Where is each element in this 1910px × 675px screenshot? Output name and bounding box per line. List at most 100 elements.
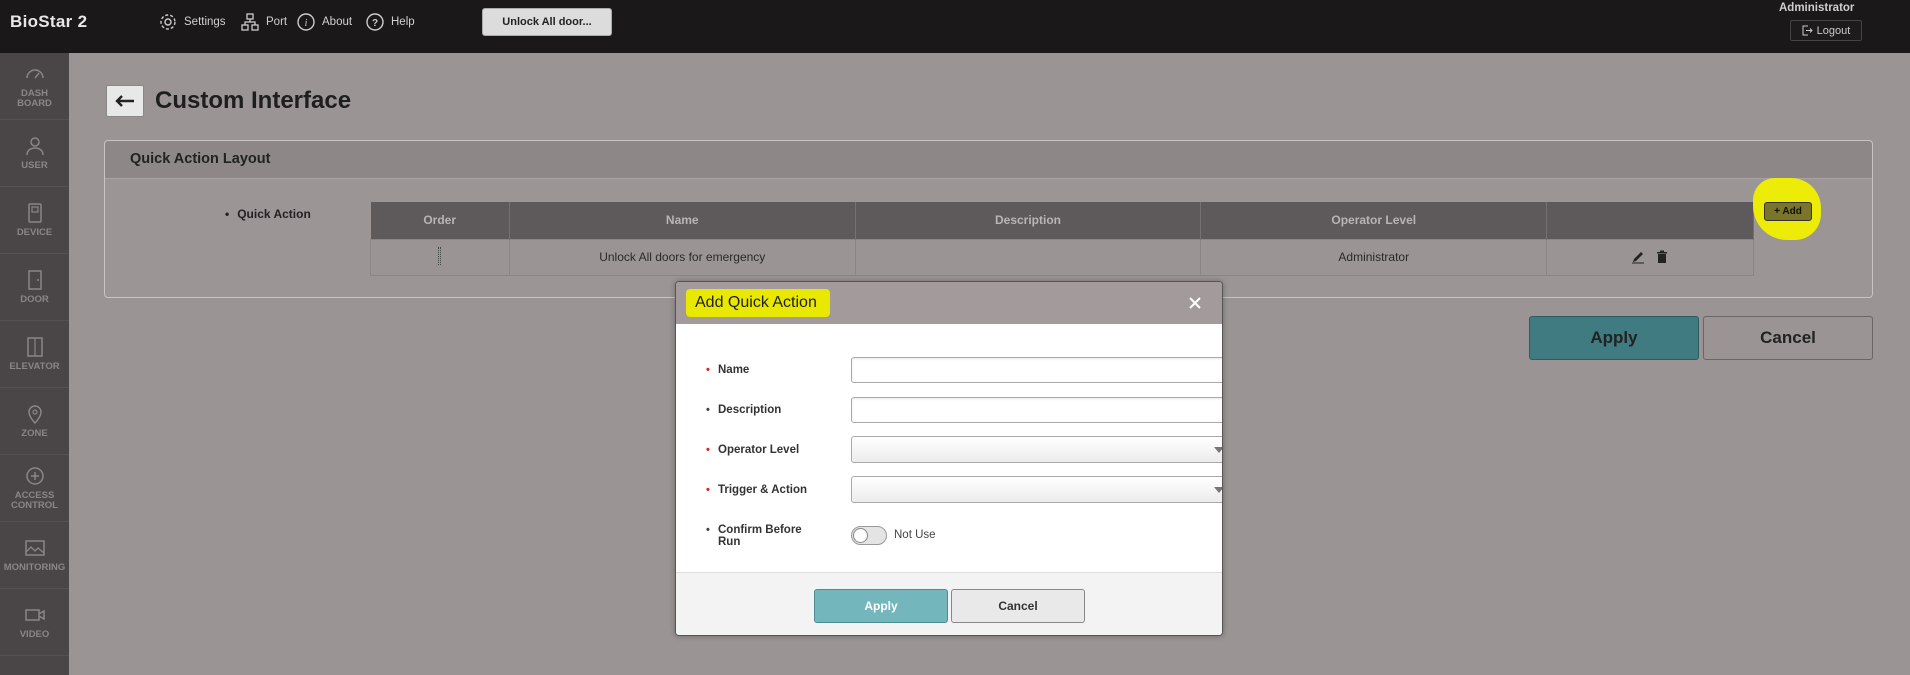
column-header-description[interactable]: Description — [855, 202, 1202, 239]
access-control-icon — [25, 467, 44, 485]
column-header-order[interactable]: Order — [370, 202, 510, 239]
settings-menu[interactable]: Settings — [158, 12, 226, 32]
add-quick-action-button[interactable]: + Add — [1764, 202, 1812, 221]
cancel-button[interactable]: Cancel — [1703, 316, 1873, 360]
description-label: • Description — [706, 404, 782, 416]
back-button[interactable] — [106, 85, 144, 117]
sidebar: DASH BOARD USER DEVICE DOOR ELEVATOR ZON… — [0, 53, 69, 675]
sidebar-item-label: USER — [21, 160, 48, 171]
column-header-operator-level[interactable]: Operator Level — [1200, 202, 1548, 239]
sidebar-item-label: DEVICE — [16, 227, 53, 238]
quick-action-table: Order Name Description Operator Level Un… — [370, 202, 1754, 276]
panel-title: Quick Action Layout — [130, 151, 271, 167]
close-button[interactable] — [1184, 292, 1206, 314]
operator-level-label: • Operator Level — [706, 443, 800, 456]
sidebar-item-elevator[interactable]: ELEVATOR — [0, 321, 69, 388]
sidebar-item-user[interactable]: USER — [0, 120, 69, 187]
video-icon — [24, 609, 45, 621]
sidebar-item-access-control[interactable]: ACCESS CONTROL — [0, 455, 69, 522]
logout-label: Logout — [1816, 24, 1851, 37]
sidebar-item-label: ZONE — [21, 428, 48, 439]
sidebar-item-device[interactable]: DEVICE — [0, 187, 69, 254]
toggle-knob — [853, 528, 868, 543]
svg-text:?: ? — [372, 18, 378, 29]
sidebar-item-video[interactable]: VIDEO — [0, 589, 69, 656]
settings-label: Settings — [184, 16, 226, 28]
description-cell — [854, 238, 1202, 276]
name-label: • Name — [706, 364, 750, 376]
add-quick-action-dialog: Add Quick Action • Name • Description • Ope… — [675, 281, 1223, 636]
quick-action-label: Quick Action — [225, 207, 311, 221]
chevron-down-icon — [1214, 487, 1222, 493]
description-input[interactable] — [851, 397, 1222, 423]
confirm-before-run-toggle[interactable] — [851, 526, 887, 545]
column-header-name[interactable]: Name — [509, 202, 856, 239]
sidebar-item-zone[interactable]: ZONE — [0, 388, 69, 455]
door-icon — [27, 270, 42, 290]
apply-button[interactable]: Apply — [1529, 316, 1699, 360]
edit-icon[interactable] — [1631, 250, 1645, 264]
sidebar-item-door[interactable]: DOOR — [0, 254, 69, 321]
help-label: Help — [391, 16, 415, 28]
sidebar-item-dashboard[interactable]: DASH BOARD — [0, 53, 69, 120]
dialog-footer: Apply Cancel — [676, 572, 1222, 635]
arrow-left-icon — [115, 95, 134, 107]
zone-icon — [27, 405, 42, 425]
user-name: Administrator — [1779, 2, 1855, 14]
close-icon — [1189, 297, 1201, 309]
port-menu[interactable]: Port — [240, 12, 287, 32]
quick-action-layout-panel: Quick Action Layout Quick Action Order N… — [104, 140, 1873, 298]
table-header-row: Order Name Description Operator Level — [370, 202, 1754, 239]
gear-icon — [160, 14, 176, 30]
confirm-before-run-row: • Confirm Before Run Not Use — [706, 523, 1222, 549]
top-bar: BioStar 2 Settings Port i About ? Help U… — [0, 0, 1910, 53]
monitoring-icon — [24, 540, 45, 556]
help-icon: ? — [366, 13, 384, 31]
logout-icon — [1802, 25, 1813, 36]
page-title: Custom Interface — [155, 87, 352, 114]
sidebar-item-label: VIDEO — [19, 629, 50, 640]
sidebar-item-label: DASH BOARD — [17, 88, 52, 109]
app-brand: BioStar 2 — [10, 12, 88, 31]
user-icon — [25, 137, 44, 156]
dialog-cancel-button[interactable]: Cancel — [951, 589, 1085, 623]
operator-level-cell: Administrator — [1200, 238, 1548, 276]
dashboard-icon — [25, 69, 44, 79]
trigger-action-select[interactable] — [851, 476, 1222, 503]
table-row[interactable]: Unlock All doors for emergency Administr… — [370, 238, 1754, 276]
drag-handle-icon[interactable] — [438, 246, 442, 265]
logout-button[interactable]: Logout — [1790, 20, 1862, 41]
dialog-header: Add Quick Action — [676, 282, 1222, 324]
operator-level-row: • Operator Level — [706, 436, 1222, 463]
trigger-action-label: • Trigger & Action — [706, 483, 808, 496]
help-menu[interactable]: ? Help — [365, 12, 415, 32]
sidebar-item-label: MONITORING — [3, 562, 66, 573]
unlock-all-doors-button[interactable]: Unlock All door... — [482, 8, 612, 36]
elevator-icon — [26, 337, 43, 357]
dialog-title: Add Quick Action — [695, 294, 817, 311]
order-cell[interactable] — [370, 238, 510, 276]
info-icon: i — [297, 13, 315, 31]
name-cell: Unlock All doors for emergency — [508, 238, 856, 276]
about-menu[interactable]: i About — [296, 12, 352, 32]
actions-cell — [1546, 238, 1754, 276]
column-header-actions — [1546, 202, 1754, 239]
panel-header: Quick Action Layout — [105, 141, 1872, 179]
device-icon — [27, 203, 42, 223]
operator-level-select[interactable] — [851, 436, 1222, 463]
trigger-action-row: • Trigger & Action — [706, 476, 1222, 503]
description-row: • Description — [706, 397, 1222, 423]
sidebar-item-label: ACCESS CONTROL — [11, 490, 58, 511]
sidebar-item-label: DOOR — [20, 294, 49, 305]
dialog-apply-button[interactable]: Apply — [814, 589, 948, 623]
svg-text:i: i — [305, 18, 308, 29]
name-row: • Name — [706, 357, 1222, 383]
port-label: Port — [266, 16, 288, 28]
name-input[interactable] — [851, 357, 1222, 383]
toggle-state-label: Not Use — [894, 529, 936, 541]
sidebar-item-monitoring[interactable]: MONITORING — [0, 522, 69, 589]
network-icon — [241, 13, 259, 31]
trash-icon[interactable] — [1655, 250, 1669, 264]
about-label: About — [322, 16, 353, 28]
chevron-down-icon — [1214, 447, 1222, 453]
